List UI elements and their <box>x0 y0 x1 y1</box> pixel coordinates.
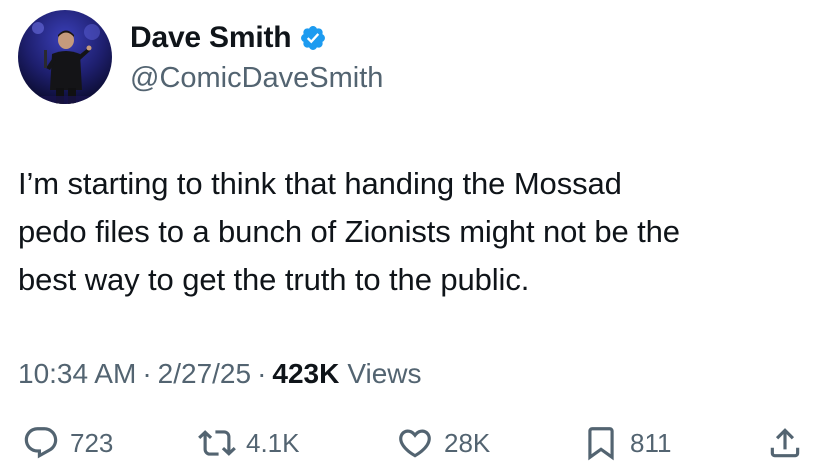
action-bar: 723 4.1K 28K 811 <box>0 420 828 466</box>
tweet: Dave Smith @ComicDaveSmith I’m starting … <box>0 0 828 466</box>
heart-icon <box>396 424 434 462</box>
tweet-text: I’m starting to think that handing the M… <box>18 166 680 297</box>
like-button[interactable]: 28K <box>396 420 490 466</box>
author-handle[interactable]: @ComicDaveSmith <box>130 60 383 96</box>
meta-separator: · <box>142 358 152 389</box>
tweet-date[interactable]: 2/27/25 <box>158 356 251 392</box>
display-name[interactable]: Dave Smith <box>130 20 292 56</box>
verified-badge-icon <box>299 24 327 52</box>
share-button[interactable] <box>766 420 804 466</box>
views-count: 423K <box>272 358 340 389</box>
views-label: Views <box>347 358 422 389</box>
name-row: Dave Smith <box>130 18 383 58</box>
reply-button[interactable]: 723 <box>22 420 113 466</box>
tweet-header: Dave Smith @ComicDaveSmith <box>18 10 383 104</box>
avatar[interactable] <box>18 10 112 104</box>
tweet-meta: 10:34 AM · 2/27/25 · 423K Views <box>18 356 422 392</box>
reply-count: 723 <box>70 428 114 458</box>
repost-count: 4.1K <box>246 428 300 458</box>
bookmark-icon <box>582 424 620 462</box>
reply-icon <box>22 424 60 462</box>
share-icon <box>766 424 804 462</box>
repost-button[interactable]: 4.1K <box>198 420 300 466</box>
bookmark-count: 811 <box>630 428 672 458</box>
tweet-time[interactable]: 10:34 AM <box>18 356 136 392</box>
bookmark-button[interactable]: 811 <box>582 420 671 466</box>
meta-separator: · <box>257 358 267 389</box>
author-names: Dave Smith @ComicDaveSmith <box>130 18 383 96</box>
avatar-image <box>18 10 112 104</box>
repost-icon <box>198 424 236 462</box>
like-count: 28K <box>444 428 491 458</box>
